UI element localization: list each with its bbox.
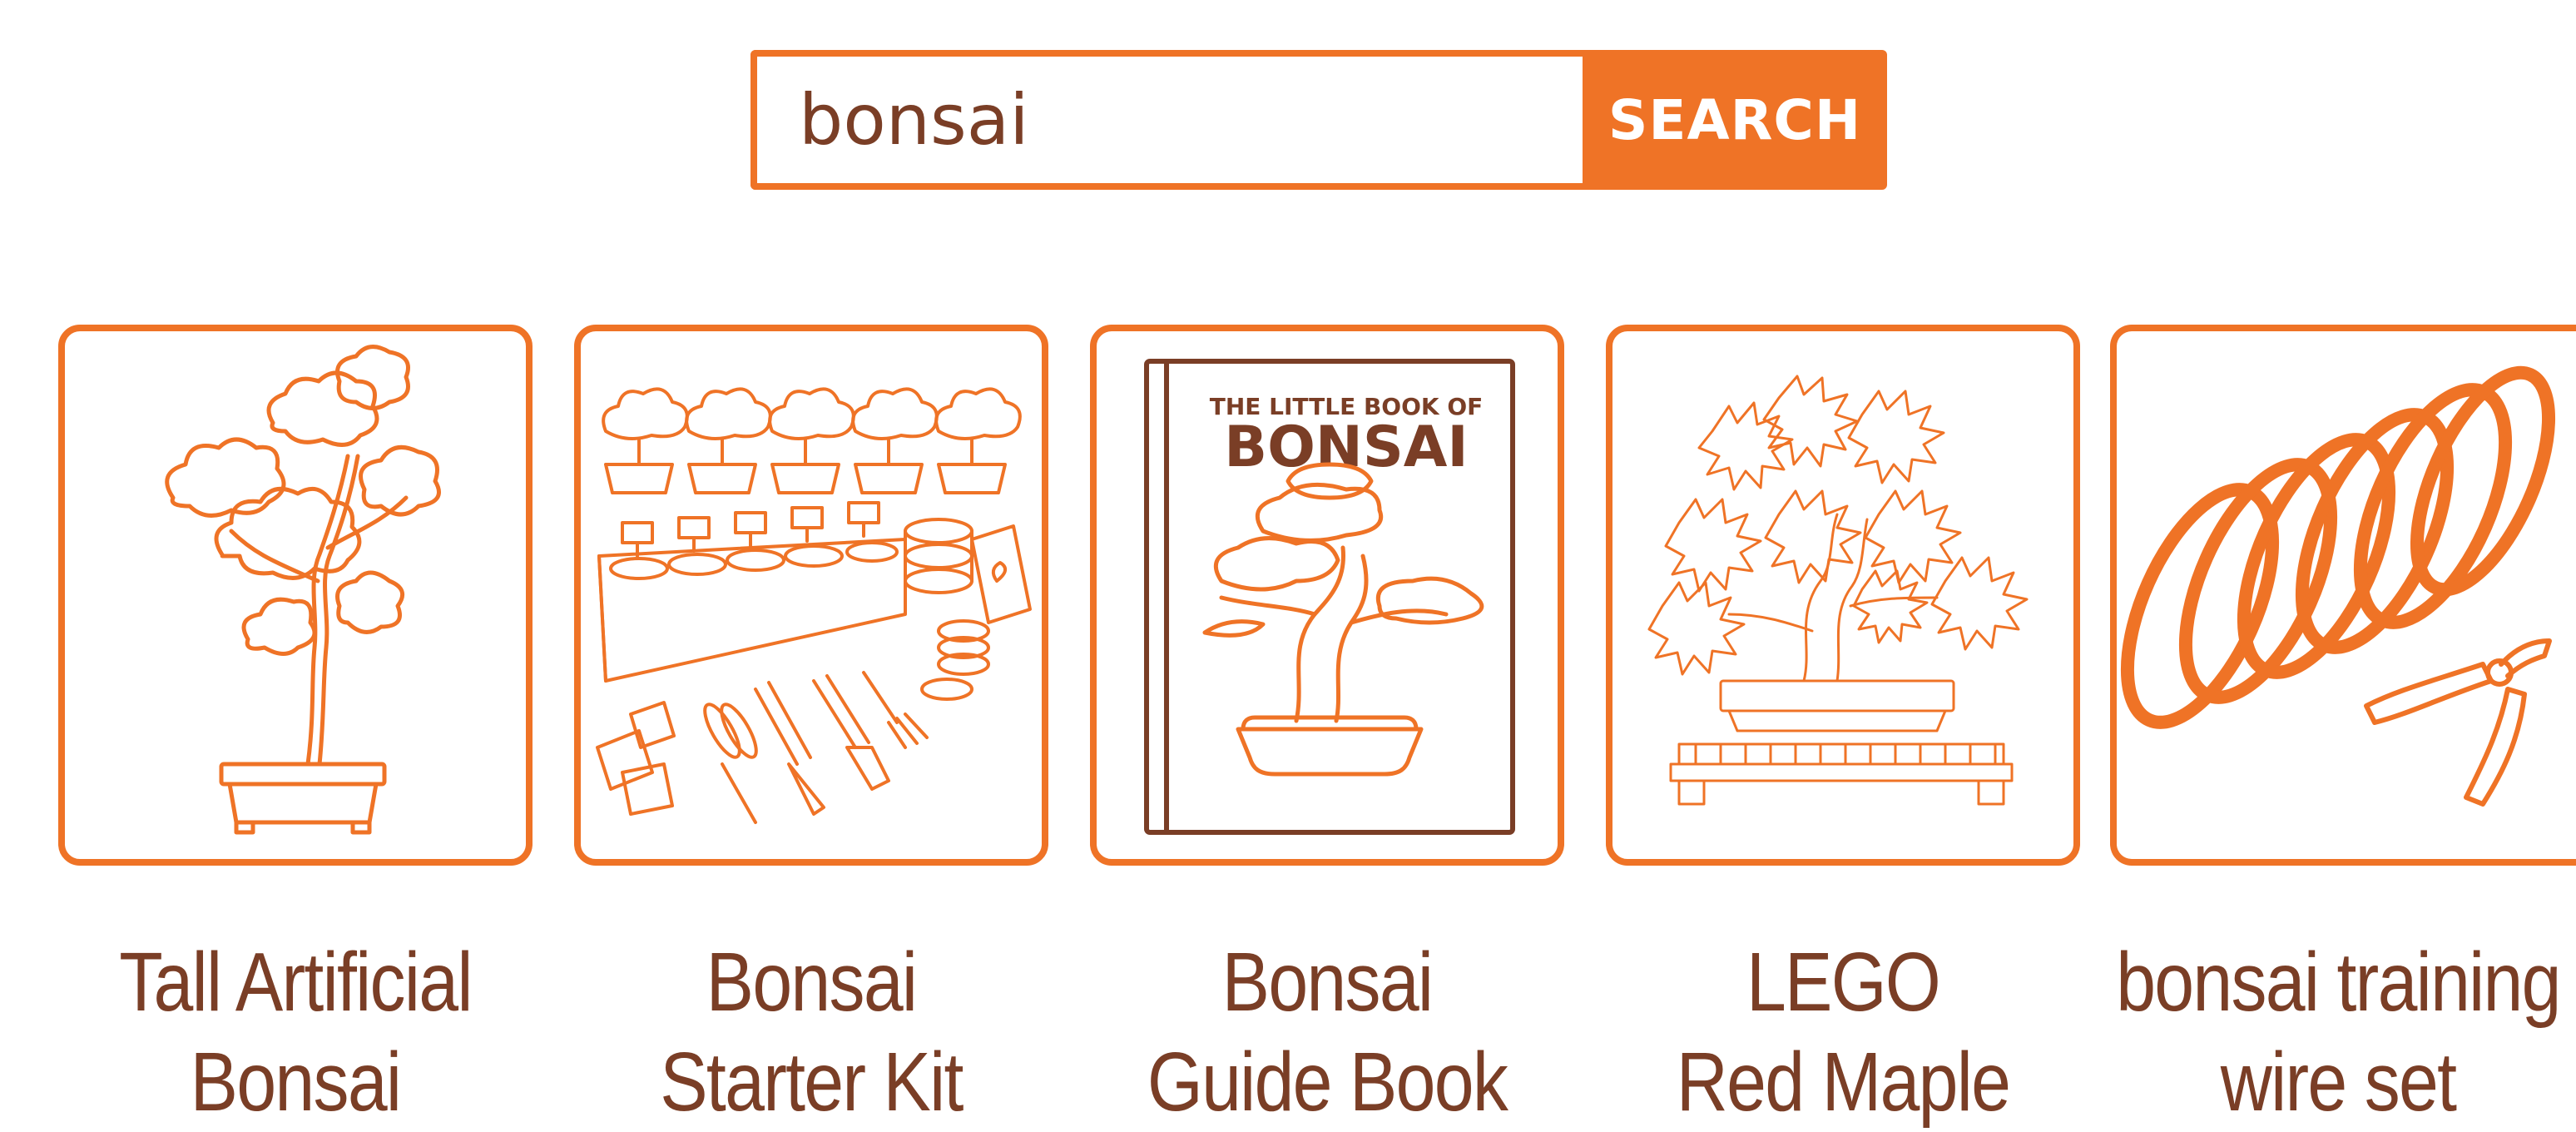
product-image[interactable] (58, 325, 533, 866)
result-title-line: Bonsai (706, 936, 918, 1029)
result-title-line: Bonsai (1221, 936, 1434, 1029)
result-title-line: Starter Kit (660, 1035, 964, 1129)
result-title-line: Tall Artificial (119, 936, 473, 1029)
result-title-line: bonsai training (2116, 936, 2561, 1029)
result-title-line: Red Maple (1676, 1035, 2011, 1129)
result-title[interactable]: Bonsai Guide Book (1091, 932, 1563, 1132)
result-title-line: wire set (2220, 1035, 2457, 1129)
search-bar: SEARCH (751, 50, 1887, 190)
result-card[interactable] (2110, 325, 2576, 866)
search-button[interactable]: SEARCH (1583, 50, 1887, 190)
product-image[interactable] (2110, 325, 2576, 866)
search-input[interactable] (751, 50, 1583, 190)
result-title[interactable]: Tall Artificial Bonsai (59, 932, 532, 1132)
result-title-line: LEGO (1746, 936, 1941, 1029)
result-card[interactable] (574, 325, 1048, 866)
result-title-line: Guide Book (1147, 1035, 1508, 1129)
red-maple-bonsai-icon (1647, 375, 2029, 806)
product-image[interactable] (1606, 325, 2080, 866)
result-card[interactable] (1606, 325, 2080, 866)
result-card[interactable]: THE LITTLE BOOK OF BONSAI (1090, 325, 1564, 866)
artificial-bonsai-tree-icon (165, 345, 441, 835)
starter-kit-icon (596, 387, 1032, 824)
result-card[interactable] (58, 325, 533, 866)
result-title[interactable]: LEGO Red Maple (1607, 932, 2079, 1132)
guide-book-icon: THE LITTLE BOOK OF BONSAI (1144, 359, 1515, 835)
book-cover-title: BONSAI (1224, 415, 1468, 480)
product-image[interactable] (574, 325, 1048, 866)
result-title-line: Bonsai (190, 1035, 402, 1129)
wire-coil-pliers-icon (2120, 365, 2556, 807)
result-title[interactable]: bonsai training wire set (2102, 932, 2574, 1132)
product-image[interactable]: THE LITTLE BOOK OF BONSAI (1090, 325, 1564, 866)
result-title[interactable]: Bonsai Starter Kit (575, 932, 1048, 1132)
